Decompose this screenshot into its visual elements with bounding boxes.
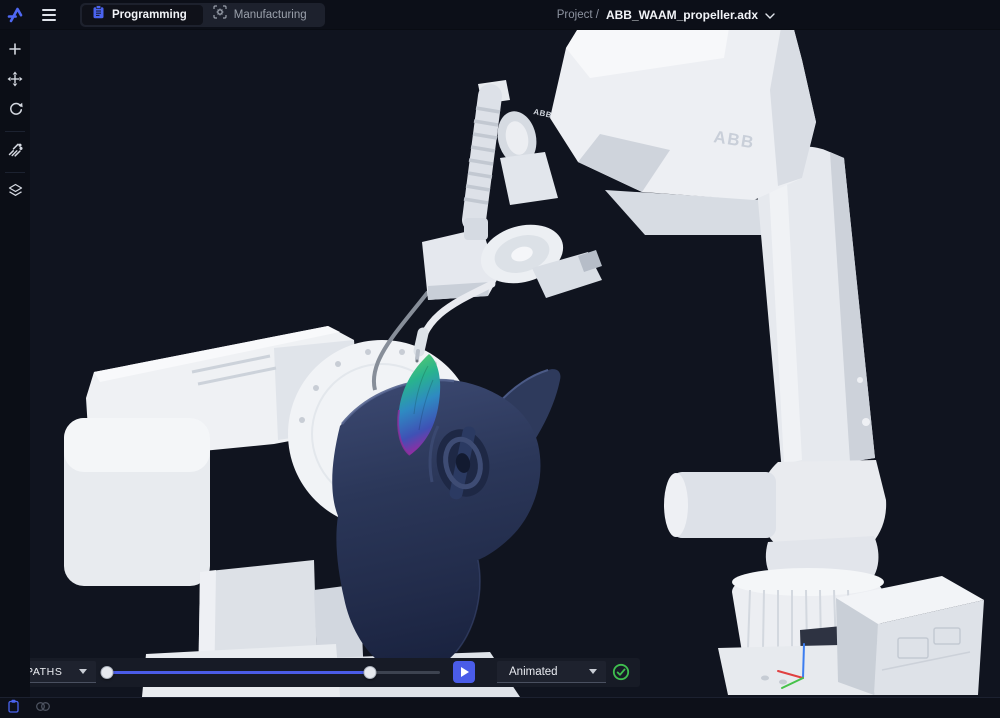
toolbar-divider bbox=[5, 172, 25, 173]
toolbar-divider bbox=[5, 131, 25, 132]
move-tool-button[interactable] bbox=[2, 68, 28, 94]
slider-end-handle[interactable] bbox=[364, 666, 377, 679]
app-logo-icon bbox=[6, 5, 30, 25]
paths-dropdown-value: PATHS bbox=[26, 666, 62, 678]
chevron-down-icon bbox=[765, 6, 775, 24]
plus-icon bbox=[8, 42, 22, 61]
rotate-icon bbox=[8, 101, 23, 121]
left-toolbar bbox=[0, 30, 30, 697]
3d-viewport[interactable]: ABB ABB bbox=[30, 30, 1000, 697]
play-icon bbox=[461, 667, 469, 677]
layers-icon bbox=[8, 183, 23, 203]
animation-mode-value: Animated bbox=[509, 666, 558, 678]
abb-robot-arm: ABB ABB bbox=[493, 30, 984, 695]
add-tool-button[interactable] bbox=[2, 38, 28, 64]
check-circle-icon bbox=[612, 668, 630, 685]
tab-manufacturing[interactable]: Manufacturing bbox=[203, 5, 323, 25]
chevron-down-icon bbox=[589, 669, 597, 674]
playback-panel: PATHS Animated bbox=[8, 658, 640, 687]
statusbar-clipboard-button[interactable] bbox=[8, 699, 19, 718]
toolpath-icon bbox=[7, 142, 23, 163]
project-name-label: ABB_WAAM_propeller.adx bbox=[606, 8, 758, 22]
animation-mode-dropdown[interactable]: Animated bbox=[497, 661, 606, 683]
propeller-workpiece bbox=[332, 354, 560, 674]
rotate-tool-button[interactable] bbox=[2, 98, 28, 124]
gear-target-icon bbox=[213, 5, 227, 24]
slider-fill bbox=[107, 671, 370, 674]
tab-programming[interactable]: Programming bbox=[82, 5, 203, 25]
project-selector[interactable]: Project / ABB_WAAM_propeller.adx bbox=[557, 0, 775, 30]
mode-tabs: Programming Manufacturing bbox=[80, 3, 325, 27]
robot-controller-box bbox=[836, 576, 984, 695]
app-window: Programming Manufacturing bbox=[0, 0, 1000, 718]
slider-track[interactable] bbox=[107, 671, 440, 674]
statusbar-link-toggle[interactable] bbox=[35, 699, 51, 717]
linked-circles-icon bbox=[35, 699, 51, 717]
validation-status-button[interactable] bbox=[612, 663, 630, 681]
move-icon bbox=[7, 71, 23, 92]
menu-icon[interactable] bbox=[42, 8, 58, 22]
play-button[interactable] bbox=[453, 661, 475, 683]
clipboard-icon bbox=[8, 699, 19, 718]
toolpaths-tool-button[interactable] bbox=[2, 139, 28, 165]
clipboard-icon bbox=[92, 5, 105, 24]
project-prefix-label: Project / bbox=[557, 9, 599, 21]
chevron-down-icon bbox=[79, 669, 87, 674]
waam-scene: ABB ABB bbox=[30, 30, 1000, 697]
layers-tool-button[interactable] bbox=[2, 180, 28, 206]
slider-start-handle[interactable] bbox=[101, 666, 114, 679]
abb-brand-label-small: ABB bbox=[533, 107, 553, 120]
tab-manufacturing-label: Manufacturing bbox=[234, 9, 307, 21]
top-bar: Programming Manufacturing bbox=[0, 0, 1000, 30]
tab-programming-label: Programming bbox=[112, 9, 187, 21]
status-bar bbox=[0, 697, 1000, 718]
path-range-slider bbox=[107, 658, 440, 687]
